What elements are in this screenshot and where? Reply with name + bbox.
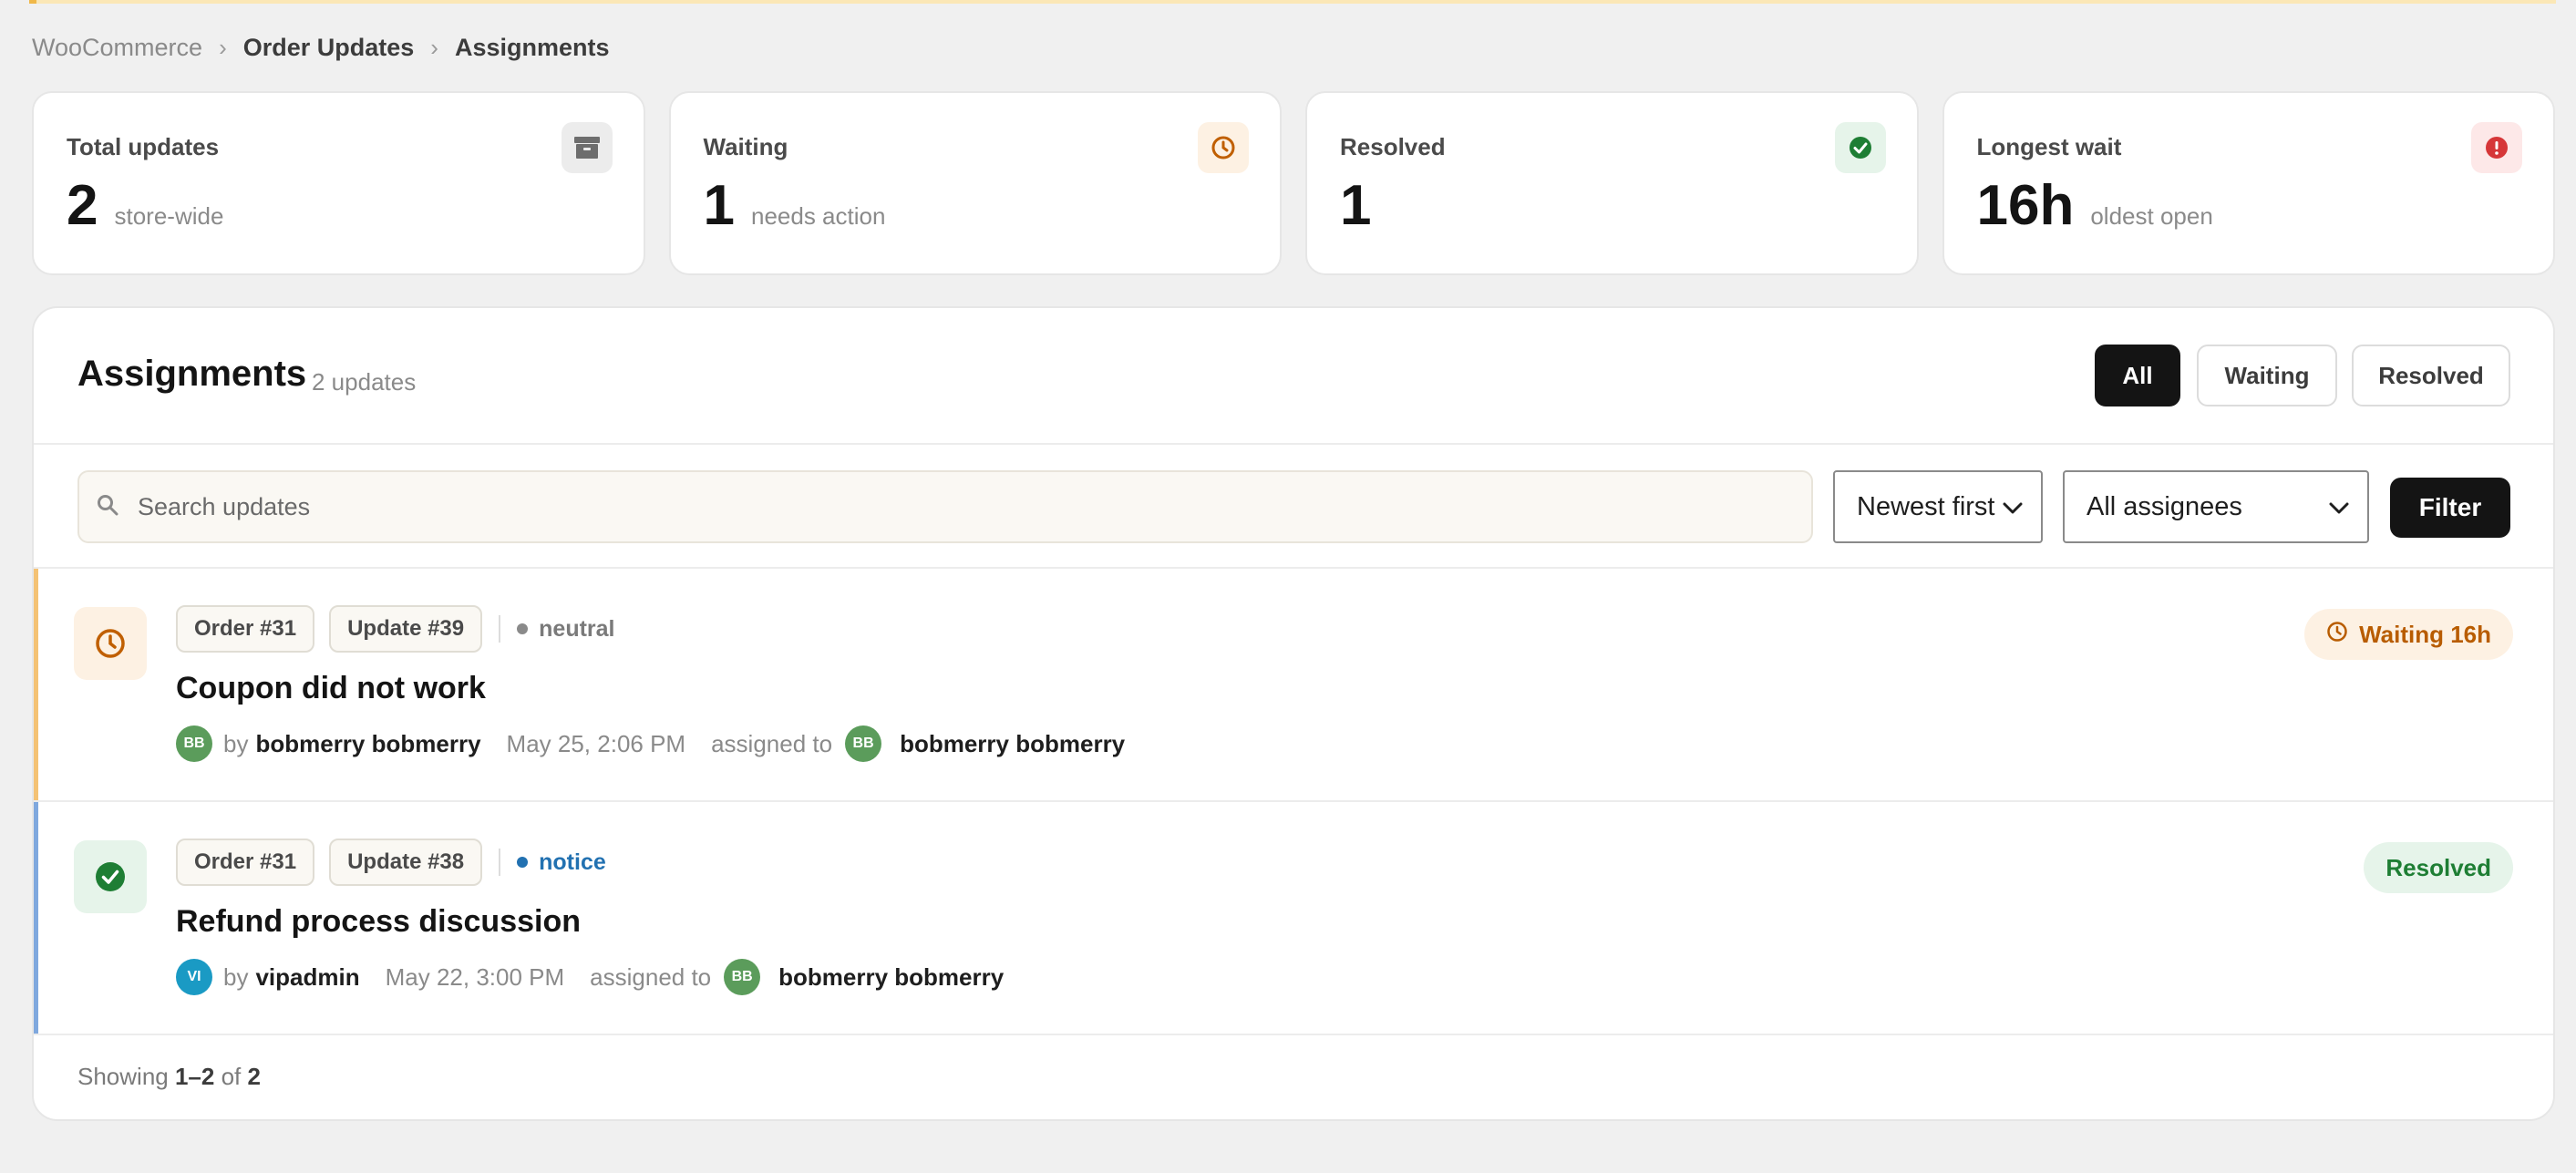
update-tag: Update #38 — [329, 839, 483, 886]
assignee-name: bobmerry bobmerry — [778, 962, 1005, 991]
assignee-select[interactable]: All assignees — [2063, 470, 2369, 543]
level-dot — [517, 623, 529, 634]
stat-card-longest-wait: Longest wait 16h oldest open — [1942, 91, 2555, 275]
level-label: neutral — [539, 615, 615, 642]
page-title: Assignments — [77, 354, 307, 394]
stat-sub: needs action — [750, 202, 886, 230]
alert-icon — [2471, 122, 2522, 173]
stat-value: 2 — [67, 174, 98, 237]
stat-label: Resolved — [1340, 133, 1446, 160]
check-circle-icon — [1834, 122, 1886, 173]
filter-button[interactable]: Filter — [2390, 478, 2510, 538]
order-tag[interactable]: Order #31 — [176, 605, 315, 653]
stat-label: Total updates — [67, 133, 220, 160]
tab-waiting[interactable]: Waiting — [2197, 345, 2337, 406]
stat-card-resolved: Resolved 1 — [1305, 91, 1919, 275]
order-tag[interactable]: Order #31 — [176, 839, 315, 886]
list-item[interactable]: Order #31 Update #38 notice Refund proce… — [34, 802, 2553, 1035]
showing-label: Showing — [77, 1063, 169, 1090]
list-item[interactable]: Order #31 Update #39 neutral Coupon did … — [34, 569, 2553, 802]
pagination-summary: Showing 1–2 of 2 — [77, 1063, 261, 1091]
tag-divider — [499, 849, 501, 876]
assignee-name: bobmerry bobmerry — [900, 729, 1126, 757]
by-label: by — [223, 729, 249, 757]
stat-label: Waiting — [703, 133, 788, 160]
stat-value: 16h — [1976, 174, 2075, 237]
clock-icon — [74, 607, 147, 680]
stats-row: Total updates 2 store-wide Waiting 1 nee… — [32, 91, 2555, 275]
stat-card-waiting: Waiting 1 needs action — [668, 91, 1282, 275]
update-count: 2 updates — [312, 368, 417, 396]
status-label: Waiting 16h — [2359, 620, 2491, 648]
showing-range: 1–2 — [174, 1063, 215, 1090]
assigned-label: assigned to — [590, 962, 712, 991]
check-circle-icon — [74, 840, 147, 913]
tag-divider — [499, 615, 501, 643]
search-box — [77, 470, 1813, 543]
search-input[interactable] — [138, 492, 1687, 521]
level-badge: notice — [517, 849, 606, 876]
level-badge: neutral — [517, 615, 615, 643]
top-accent-bar — [29, 0, 2556, 4]
breadcrumb-separator: › — [219, 33, 227, 61]
chevron-down-icon — [2003, 492, 2023, 522]
breadcrumb-current: Assignments — [454, 33, 610, 61]
clock-icon — [2326, 621, 2348, 649]
item-title[interactable]: Refund process discussion — [176, 904, 581, 940]
level-label: notice — [539, 849, 606, 875]
toolbar: Newest first All assignees Filter — [34, 445, 2553, 569]
breadcrumb-section[interactable]: Order Updates — [243, 34, 415, 62]
tab-resolved[interactable]: Resolved — [2352, 345, 2510, 406]
sort-select[interactable]: Newest first — [1833, 470, 2043, 543]
search-icon — [96, 493, 119, 521]
author-name: bobmerry bobmerry — [255, 729, 481, 757]
avatar: VI — [176, 959, 212, 995]
showing-total: 2 — [247, 1063, 261, 1090]
by-label: by — [223, 962, 249, 991]
chevron-down-icon — [2329, 492, 2349, 522]
stat-sub: oldest open — [2090, 202, 2213, 230]
item-date: May 25, 2:06 PM — [506, 729, 686, 757]
status-accent-bar — [34, 802, 38, 1034]
assignee-select-value: All assignees — [2087, 491, 2242, 521]
tab-all[interactable]: All — [2095, 345, 2180, 406]
avatar: BB — [724, 959, 761, 995]
assigned-label: assigned to — [711, 729, 833, 757]
panel-header: Assignments 2 updates All Waiting Resolv… — [34, 308, 2553, 445]
archive-icon — [561, 122, 613, 173]
status-badge: Resolved — [2364, 842, 2513, 893]
item-title[interactable]: Coupon did not work — [176, 671, 486, 706]
assignments-panel: Assignments 2 updates All Waiting Resolv… — [32, 306, 2555, 1121]
item-meta: BB by bobmerry bobmerry May 25, 2:06 PM … — [176, 725, 1125, 762]
stat-card-total: Total updates 2 store-wide — [32, 91, 645, 275]
stat-value: 1 — [703, 174, 735, 237]
breadcrumb-root[interactable]: WooCommerce — [32, 34, 202, 62]
stat-value: 1 — [1340, 174, 1372, 237]
status-badge: Waiting 16h — [2304, 609, 2513, 660]
clock-icon — [1198, 122, 1249, 173]
avatar: BB — [845, 725, 882, 762]
breadcrumb-separator: › — [430, 33, 438, 61]
level-dot — [517, 857, 529, 868]
author-name: vipadmin — [255, 962, 360, 991]
item-meta: VI by vipadmin May 22, 3:00 PM assigned … — [176, 959, 1004, 995]
item-date: May 22, 3:00 PM — [385, 962, 565, 991]
sort-select-value: Newest first — [1857, 491, 1995, 521]
status-accent-bar — [34, 569, 38, 800]
breadcrumb: WooCommerce › Order Updates › Assignment… — [32, 31, 610, 64]
stat-sub: store-wide — [114, 202, 224, 230]
of-label: of — [221, 1063, 242, 1090]
status-label: Resolved — [2385, 853, 2491, 881]
update-tag: Update #39 — [329, 605, 483, 653]
avatar: BB — [176, 725, 212, 762]
stat-label: Longest wait — [1976, 133, 2122, 160]
